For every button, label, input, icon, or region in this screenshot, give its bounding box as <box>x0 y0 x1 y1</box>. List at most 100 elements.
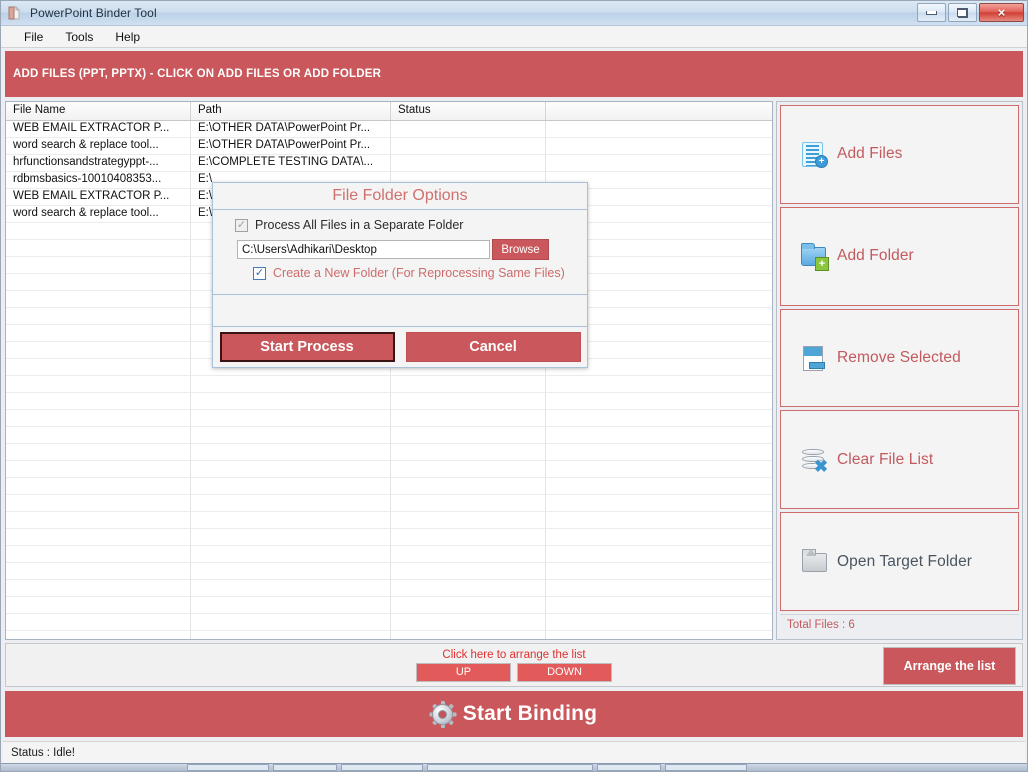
cell-empty <box>391 546 546 562</box>
table-row-empty[interactable] <box>6 580 772 597</box>
cell-empty <box>6 240 191 256</box>
maximize-button[interactable] <box>948 3 977 22</box>
dialog-actions: Start Process Cancel <box>213 327 587 367</box>
table-row-empty[interactable] <box>6 563 772 580</box>
cell-empty <box>191 444 391 460</box>
minimize-icon <box>926 10 937 15</box>
add-files-button[interactable]: + Add Files <box>780 105 1019 204</box>
cell-empty <box>191 546 391 562</box>
move-up-button[interactable]: UP <box>416 662 511 682</box>
cell-empty <box>6 546 191 562</box>
add-folder-icon: + <box>799 241 829 272</box>
clear-file-list-button[interactable]: ✖ Clear File List <box>780 410 1019 510</box>
table-row-empty[interactable] <box>6 410 772 427</box>
move-down-button[interactable]: DOWN <box>517 662 612 682</box>
table-row-empty[interactable] <box>6 512 772 529</box>
cell-empty <box>191 580 391 596</box>
menu-bar: File Tools Help <box>1 26 1027 48</box>
minimize-button[interactable] <box>917 3 946 22</box>
cell-empty <box>391 580 546 596</box>
table-row-empty[interactable] <box>6 597 772 614</box>
cell-empty <box>191 495 391 511</box>
cell-empty <box>391 478 546 494</box>
menu-item-help[interactable]: Help <box>104 28 151 46</box>
start-process-button[interactable]: Start Process <box>219 332 395 362</box>
cell-empty <box>191 410 391 426</box>
cell-empty <box>6 223 191 239</box>
cell-empty <box>6 274 191 290</box>
table-row-empty[interactable] <box>6 393 772 410</box>
file-folder-options-dialog: File Folder Options ✓ Process All Files … <box>212 182 588 368</box>
column-header-path[interactable]: Path <box>191 102 391 120</box>
cell-empty <box>6 257 191 273</box>
table-row-empty[interactable] <box>6 495 772 512</box>
table-row-empty[interactable] <box>6 461 772 478</box>
browse-button[interactable]: Browse <box>492 239 549 260</box>
window-title: PowerPoint Binder Tool <box>30 6 157 20</box>
remove-selected-button[interactable]: Remove Selected <box>780 308 1019 408</box>
table-row[interactable]: word search & replace tool... E:\OTHER DA… <box>6 138 772 155</box>
table-row-empty[interactable] <box>6 529 772 546</box>
table-row-empty[interactable] <box>6 631 772 639</box>
cell-empty <box>191 529 391 545</box>
cell-empty <box>546 444 772 460</box>
cell-empty <box>6 580 191 596</box>
cell-empty <box>191 461 391 477</box>
cell-empty <box>391 495 546 511</box>
open-target-folder-button[interactable]: Open Target Folder <box>780 512 1019 611</box>
open-target-folder-label: Open Target Folder <box>837 552 973 570</box>
title-bar: PowerPoint Binder Tool × <box>1 1 1027 26</box>
add-folder-button[interactable]: + Add Folder <box>780 206 1019 306</box>
separate-folder-label: Process All Files in a Separate Folder <box>255 218 464 232</box>
taskbar-item[interactable] <box>427 764 593 771</box>
separate-folder-checkbox[interactable]: ✓ <box>235 218 248 232</box>
cell-empty <box>546 461 772 477</box>
add-files-icon: + <box>799 139 829 169</box>
menu-item-file[interactable]: File <box>13 28 54 46</box>
table-row-empty[interactable] <box>6 546 772 563</box>
menu-item-tools[interactable]: Tools <box>54 28 104 46</box>
arrange-hint-text: Click here to arrange the list <box>442 648 586 661</box>
cell-empty <box>546 614 772 630</box>
column-header-extra[interactable] <box>546 102 772 120</box>
cancel-button[interactable]: Cancel <box>405 332 581 362</box>
create-new-folder-checkbox[interactable]: ✓ <box>253 266 266 280</box>
cell-empty <box>391 597 546 613</box>
cell-empty <box>6 376 191 392</box>
dialog-title-bar: File Folder Options <box>213 183 587 210</box>
file-list-header: File Name Path Status <box>6 102 772 121</box>
column-header-file-name[interactable]: File Name <box>6 102 191 120</box>
app-window: PowerPoint Binder Tool × File Tools Help… <box>0 0 1028 772</box>
table-row-empty[interactable] <box>6 444 772 461</box>
open-target-folder-icon <box>799 547 829 577</box>
cell-file-name: WEB EMAIL EXTRACTOR P... <box>6 189 191 205</box>
cell-empty <box>6 614 191 630</box>
start-binding-button[interactable]: Start Binding <box>5 691 1023 737</box>
destination-path-input[interactable] <box>237 240 490 259</box>
add-folder-label: Add Folder <box>837 247 914 265</box>
cell-empty <box>191 478 391 494</box>
taskbar-item[interactable] <box>597 764 661 771</box>
column-header-status[interactable]: Status <box>391 102 546 120</box>
cell-file-name: WEB EMAIL EXTRACTOR P... <box>6 121 191 137</box>
table-row-empty[interactable] <box>6 427 772 444</box>
taskbar-item[interactable] <box>187 764 269 771</box>
table-row[interactable]: WEB EMAIL EXTRACTOR P... E:\OTHER DATA\Po… <box>6 121 772 138</box>
taskbar-item[interactable] <box>665 764 747 771</box>
status-text: Status : Idle! <box>11 746 75 759</box>
close-button[interactable]: × <box>979 3 1024 22</box>
cell-path: E:\COMPLETE TESTING DATA\... <box>191 155 391 171</box>
status-bar: Status : Idle! <box>3 741 1025 763</box>
table-row-empty[interactable] <box>6 376 772 393</box>
table-row[interactable]: hrfunctionsandstrategyppt-... E:\COMPLETE… <box>6 155 772 172</box>
taskbar-item[interactable] <box>341 764 423 771</box>
cell-empty <box>546 563 772 579</box>
table-row-empty[interactable] <box>6 614 772 631</box>
new-folder-row[interactable]: ✓ Create a New Folder (For Reprocessing … <box>253 266 577 280</box>
arrange-the-list-button[interactable]: Arrange the list <box>883 647 1016 685</box>
taskbar-item[interactable] <box>273 764 337 771</box>
table-row-empty[interactable] <box>6 478 772 495</box>
separate-folder-row[interactable]: ✓ Process All Files in a Separate Folder <box>235 218 577 232</box>
cell-empty <box>391 529 546 545</box>
cell-status <box>391 155 546 171</box>
